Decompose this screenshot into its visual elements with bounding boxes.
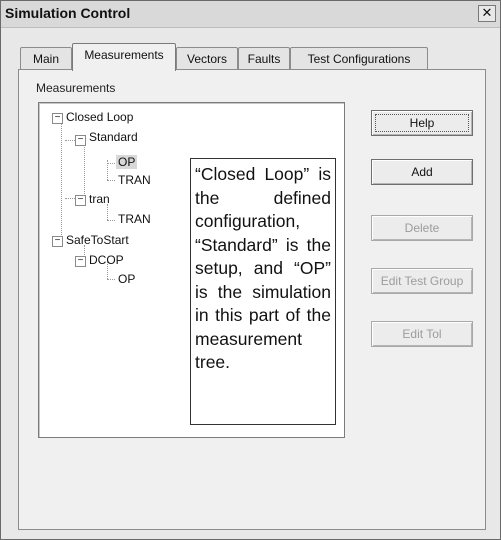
tree-connector [107, 279, 115, 280]
tree-connector [65, 198, 75, 199]
add-button-label: Add [411, 165, 433, 179]
tree-node-op-selected[interactable]: OP [116, 155, 138, 169]
tab-main[interactable]: Main [20, 47, 72, 70]
tree-node-tran-group[interactable]: tran [89, 192, 110, 206]
tree-node-closed-loop[interactable]: Closed Loop [66, 110, 133, 124]
edit-test-group-button-label: Edit Test Group [380, 274, 464, 288]
tree-node-tran[interactable]: TRAN [118, 173, 151, 187]
edit-test-group-button[interactable]: Edit Test Group [371, 268, 473, 294]
tab-faults[interactable]: Faults [238, 47, 290, 70]
tree-connector [84, 144, 85, 198]
tab-measurements-label: Measurements [84, 48, 164, 62]
tab-vectors-label: Vectors [186, 52, 228, 66]
title-bar[interactable]: Simulation Control ✕ [1, 1, 500, 28]
tab-main-label: Main [32, 52, 59, 66]
tree-connector [107, 204, 108, 220]
tree-node-safetostart[interactable]: SafeToStart [66, 233, 129, 247]
tree-connector [65, 140, 75, 141]
tree-connector [107, 163, 115, 164]
tree-node-op[interactable]: OP [118, 272, 135, 286]
edit-tol-button-label: Edit Tol [402, 327, 442, 341]
tab-faults-label: Faults [247, 52, 281, 66]
annotation-callout: “Closed Loop” is the defined configurati… [190, 158, 336, 425]
close-button[interactable]: ✕ [478, 5, 496, 22]
close-icon: ✕ [481, 5, 493, 20]
tree-node-tran[interactable]: TRAN [118, 212, 151, 226]
tab-measurements[interactable]: Measurements [72, 43, 176, 71]
tree-node-standard[interactable]: Standard [89, 130, 138, 144]
collapse-icon[interactable]: − [75, 195, 86, 206]
tree-connector [107, 180, 115, 181]
edit-tol-button[interactable]: Edit Tol [371, 321, 473, 347]
tree-connector [107, 220, 115, 221]
tree-connector [61, 123, 62, 241]
add-button[interactable]: Add [371, 159, 473, 185]
focus-rectangle [375, 114, 469, 132]
collapse-icon[interactable]: − [52, 113, 63, 124]
tree-node-dcop[interactable]: DCOP [89, 253, 124, 267]
window-title: Simulation Control [5, 5, 131, 21]
delete-button-label: Delete [404, 221, 440, 235]
tab-test-configurations-label: Test Configurations [307, 52, 411, 66]
tab-test-configurations[interactable]: Test Configurations [290, 47, 428, 70]
tab-vectors[interactable]: Vectors [176, 47, 238, 70]
collapse-icon[interactable]: − [75, 135, 86, 146]
delete-button[interactable]: Delete [371, 215, 473, 241]
help-button[interactable]: Help [371, 110, 473, 136]
collapse-icon[interactable]: − [52, 236, 63, 247]
collapse-icon[interactable]: − [75, 256, 86, 267]
measurements-section-label: Measurements [36, 81, 116, 95]
